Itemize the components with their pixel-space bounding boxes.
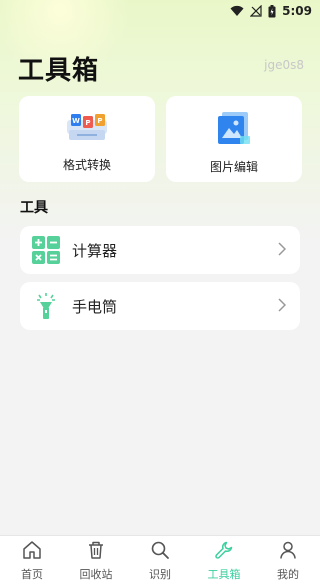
chevron-right-icon <box>278 241 287 260</box>
svg-text:P: P <box>85 119 90 127</box>
nav-item-recycle-bin[interactable]: 回收站 <box>64 540 128 582</box>
user-id-label: jge0s8 <box>264 58 304 72</box>
nav-label: 我的 <box>277 568 299 581</box>
bottom-navigation: 首页 回收站 识别 工具箱 我的 <box>0 535 320 586</box>
card-format-convert[interactable]: W P P 格式转换 <box>19 96 155 182</box>
battery-icon <box>268 4 276 18</box>
tool-row-flashlight[interactable]: 手电筒 <box>20 282 300 330</box>
trash-icon <box>86 540 106 564</box>
clock-time: 5:09 <box>282 4 312 18</box>
svg-text:P: P <box>97 117 102 125</box>
flashlight-icon <box>32 292 60 320</box>
format-convert-icon: W P P <box>63 110 111 148</box>
nav-item-recognize[interactable]: 识别 <box>128 540 192 582</box>
search-icon <box>150 540 170 564</box>
card-label: 图片编辑 <box>209 160 258 174</box>
nav-label: 工具箱 <box>207 568 241 581</box>
section-title: 工具 <box>20 200 48 216</box>
card-image-edit[interactable]: 图片编辑 <box>166 96 302 182</box>
signal-off-icon <box>250 5 262 17</box>
wifi-icon <box>230 5 244 17</box>
nav-label: 回收站 <box>79 568 113 581</box>
image-edit-icon <box>212 110 256 150</box>
nav-label: 识别 <box>149 568 171 581</box>
card-label: 格式转换 <box>62 158 111 172</box>
home-icon <box>22 540 42 564</box>
tool-label: 计算器 <box>72 241 118 260</box>
wrench-icon <box>214 540 234 564</box>
tool-label: 手电筒 <box>72 297 118 316</box>
svg-text:W: W <box>72 117 80 125</box>
user-icon <box>278 540 298 564</box>
nav-item-home[interactable]: 首页 <box>0 540 64 582</box>
tool-row-calculator[interactable]: 计算器 <box>20 226 300 274</box>
nav-label: 首页 <box>21 568 43 581</box>
page-title: 工具箱 <box>18 56 100 86</box>
chevron-right-icon <box>278 297 287 316</box>
status-bar: 5:09 <box>0 0 320 22</box>
nav-item-toolbox[interactable]: 工具箱 <box>192 540 256 582</box>
calculator-icon <box>32 236 60 264</box>
nav-item-mine[interactable]: 我的 <box>256 540 320 582</box>
